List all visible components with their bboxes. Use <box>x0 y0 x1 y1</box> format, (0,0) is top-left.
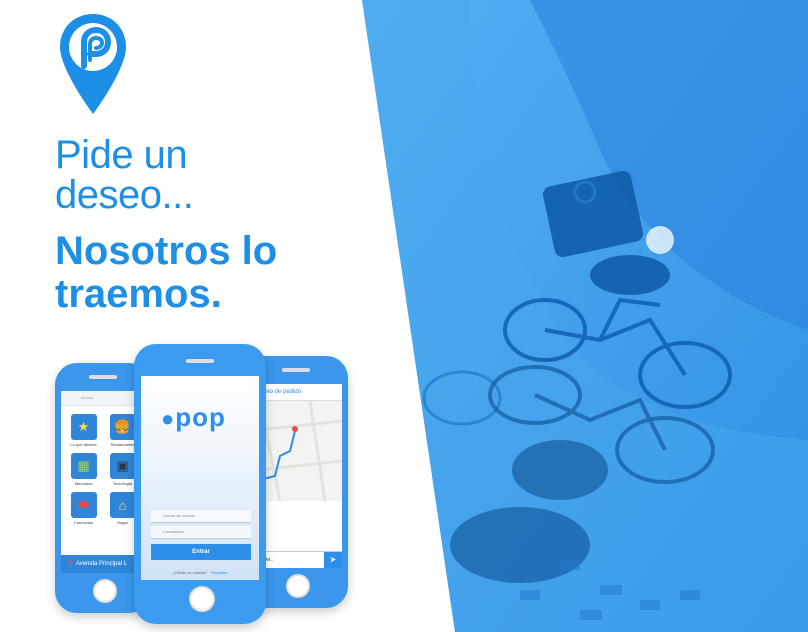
grocery-icon: ▦ <box>70 453 97 479</box>
category-tile[interactable]: ★ Lo que desees <box>69 414 98 447</box>
headline-line-1: Pide un <box>55 133 188 177</box>
tech-icon: ▣ <box>109 453 136 479</box>
headline-line-3: Nosotros lo <box>55 229 278 273</box>
phone-speaker <box>282 368 310 372</box>
send-icon[interactable]: ➤ <box>324 552 342 568</box>
register-link[interactable]: Registrar <box>211 570 227 575</box>
headline-line-4: traemos. <box>55 272 222 316</box>
search-input[interactable]: Buscar <box>61 391 145 406</box>
auth-links: ¿Olvidó su cuenta? Registrar <box>141 570 259 575</box>
home-button <box>189 586 215 612</box>
category-grid: ★ Lo que desees 🍔 Restaurantes ▦ Mercado… <box>61 406 145 533</box>
address-text: Avenida Principal L <box>75 561 128 567</box>
password-field[interactable]: Contraseña <box>151 526 251 539</box>
home-tools-icon: ⌂ <box>109 492 136 518</box>
phone-screen: Buscar ★ Lo que desees 🍔 Restaurantes ▦ … <box>61 391 145 573</box>
category-tile[interactable]: 🍔 Restaurantes <box>108 414 137 447</box>
phone-speaker <box>186 359 214 363</box>
category-label: Tecnología <box>112 481 133 486</box>
category-label: Farmacias <box>74 520 93 525</box>
headline-regular: Pide un deseo... <box>55 133 194 217</box>
pill-icon: ⬬ <box>70 492 97 518</box>
category-label: Mercados <box>74 481 93 486</box>
food-icon: 🍔 <box>109 414 136 440</box>
login-button[interactable]: Entrar <box>151 544 251 560</box>
category-tile[interactable]: ⌂ Hogar <box>108 492 137 525</box>
address-bar[interactable]: 📍 Avenida Principal L <box>61 555 145 573</box>
category-tile[interactable]: ▦ Mercados <box>69 453 98 486</box>
pin-logo-icon: ● <box>161 406 176 431</box>
username-field[interactable]: Correo de usuario <box>151 510 251 523</box>
category-label: Restaurantes <box>110 442 135 447</box>
home-button <box>93 579 117 603</box>
brand-logo-icon <box>60 14 126 114</box>
app-logo: ●pop <box>161 402 226 433</box>
headline-line-2: deseo... <box>55 173 194 217</box>
forgot-link[interactable]: ¿Olvidó su cuenta? <box>172 570 206 575</box>
phone-speaker <box>89 375 117 379</box>
logo-text: pop <box>175 402 226 432</box>
home-button <box>286 574 310 598</box>
headline-bold: Nosotros lo traemos. <box>55 230 277 316</box>
category-tile[interactable]: ▣ Tecnología <box>108 453 137 486</box>
category-tile[interactable]: ⬬ Farmacias <box>69 492 98 525</box>
category-label: Hogar <box>117 520 128 525</box>
phone-screen: ●pop Correo de usuario Contraseña Entrar… <box>141 376 259 580</box>
star-icon: ★ <box>70 414 97 440</box>
category-label: Lo que desees <box>70 442 97 447</box>
phone-login: ●pop Correo de usuario Contraseña Entrar… <box>134 344 266 624</box>
